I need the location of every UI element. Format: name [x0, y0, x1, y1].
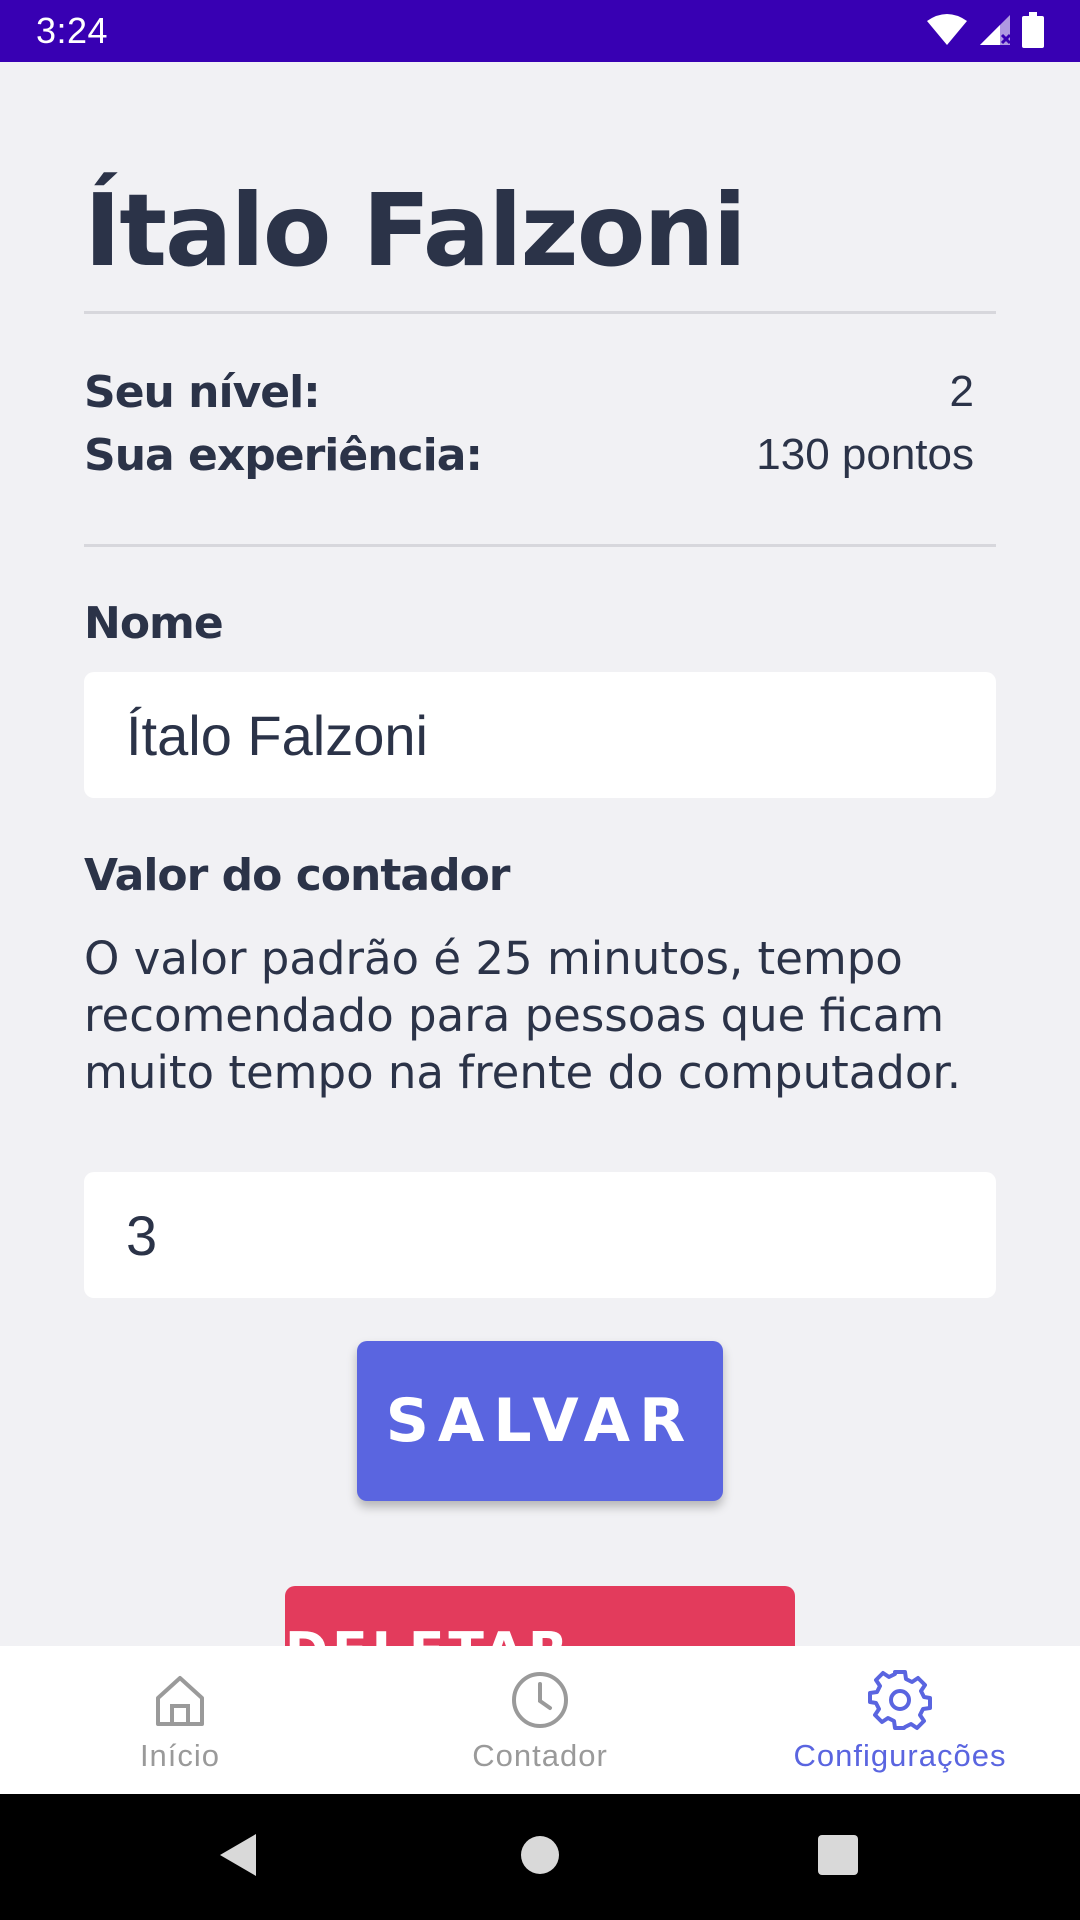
level-value: 2 — [949, 367, 974, 416]
counter-field-label: Valor do contador — [84, 850, 510, 901]
counter-description: O valor padrão é 25 minutos, tempo recom… — [84, 932, 962, 1099]
name-input[interactable]: Ítalo Falzoni — [84, 672, 996, 798]
system-nav-bar — [0, 1794, 1080, 1920]
bottom-nav: Início Contador Configurações — [0, 1646, 1080, 1794]
nav-label-inicio: Início — [139, 1738, 221, 1773]
gear-icon — [868, 1670, 932, 1730]
nav-label-contador: Contador — [472, 1738, 608, 1773]
recents-icon[interactable] — [818, 1830, 858, 1880]
nav-item-contador[interactable]: Contador — [360, 1646, 720, 1794]
experience-value: 130 pontos — [756, 430, 974, 479]
signal-icon — [980, 15, 1012, 45]
counter-input-value: 3 — [126, 1203, 158, 1267]
nav-label-configuracoes: Configurações — [793, 1738, 1007, 1773]
home-icon — [156, 1676, 204, 1726]
delete-data-button[interactable]: DELETAR DADOS — [285, 1586, 795, 1646]
status-bar: 3:24 — [0, 0, 1080, 62]
back-icon[interactable] — [216, 1830, 260, 1880]
status-icons — [926, 12, 1044, 48]
level-label: Seu nível: — [84, 367, 321, 418]
name-field-label: Nome — [84, 598, 224, 649]
experience-label: Sua experiência: — [84, 430, 483, 481]
battery-icon — [1022, 12, 1044, 48]
name-input-value: Ítalo Falzoni — [126, 703, 428, 767]
home-button-icon[interactable] — [520, 1830, 560, 1880]
clock-icon — [512, 1672, 568, 1728]
status-time: 3:24 — [36, 10, 109, 51]
nav-item-configuracoes[interactable]: Configurações — [720, 1646, 1080, 1794]
counter-input[interactable]: 3 — [84, 1172, 996, 1298]
divider — [84, 544, 996, 547]
page-title: Ítalo Falzoni — [84, 172, 747, 289]
settings-screen: Ítalo Falzoni Seu nível: 2 Sua experiênc… — [0, 62, 1080, 1646]
save-button[interactable]: SALVAR — [357, 1341, 723, 1501]
nav-item-inicio[interactable]: Início — [0, 1646, 360, 1794]
wifi-icon — [927, 14, 967, 45]
divider — [84, 311, 996, 314]
